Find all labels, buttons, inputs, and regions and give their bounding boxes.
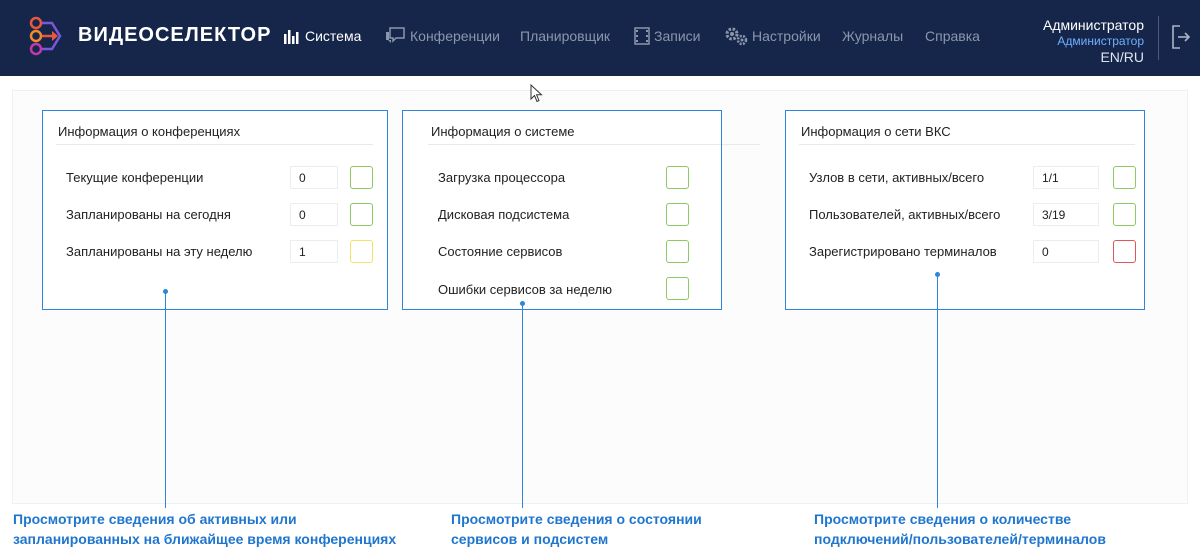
status-indicator	[350, 240, 373, 263]
row-label: Запланированы на эту неделю	[66, 244, 253, 259]
system-info-panel: Информация о системе Загрузка процессора…	[402, 110, 760, 310]
value-field: 3/19	[1033, 203, 1099, 226]
value-field: 0	[1033, 240, 1099, 263]
callout-line	[165, 292, 166, 508]
value-field: 1	[290, 240, 338, 263]
nav-zapisi[interactable]: Записи	[634, 26, 700, 46]
status-indicator	[666, 203, 689, 226]
nav-sistema[interactable]: Система	[283, 26, 361, 46]
status-indicator	[350, 166, 373, 189]
gears-icon	[725, 27, 748, 46]
status-indicator	[666, 240, 689, 263]
logo[interactable]: ВИДЕОСЕЛЕКТОР	[28, 14, 270, 58]
conferences-info-panel: Информация о конференциях Текущие конфер…	[42, 110, 387, 310]
value-field: 1/1	[1033, 166, 1099, 189]
callout-line-1: Просмотрите сведения об активных или	[13, 511, 297, 527]
user-info: Администратор Администратор EN/RU	[1043, 17, 1144, 65]
language-switch[interactable]: EN/RU	[1043, 49, 1144, 65]
row-label: Пользователей, активных/всего	[809, 207, 1001, 222]
status-indicator	[666, 277, 689, 300]
status-indicator	[1113, 166, 1136, 189]
status-indicator	[666, 166, 689, 189]
user-name[interactable]: Администратор	[1043, 17, 1144, 33]
callout-network: Просмотрите сведения о количестве подклю…	[814, 509, 1106, 549]
callout-line	[522, 304, 523, 508]
row-label: Загрузка процессора	[438, 170, 566, 185]
panel-title: Информация о системе	[431, 124, 575, 139]
nav-label: Система	[305, 28, 362, 44]
nav-label: Записи	[654, 28, 701, 44]
bar-chart-icon	[284, 30, 299, 44]
nav-label: Журналы	[842, 28, 904, 44]
row-label: Текущие конференции	[66, 170, 204, 185]
logout-button[interactable]	[1170, 24, 1192, 50]
callout-system: Просмотрите сведения о состоянии сервисо…	[451, 509, 702, 549]
mouse-cursor-icon	[530, 84, 543, 103]
callout-line	[937, 275, 938, 508]
nav-label: Планировщик	[520, 28, 611, 44]
row-label: Запланированы на сегодня	[66, 207, 231, 222]
logo-text: ВИДЕОСЕЛЕКТОР	[78, 24, 272, 46]
film-icon	[634, 27, 650, 45]
value-field: 0	[290, 166, 338, 189]
callout-line-2: подключений/пользователей/терминалов	[814, 531, 1106, 547]
row-label: Состояние сервисов	[438, 244, 563, 259]
row-label: Дисковая подсистема	[438, 207, 570, 222]
panel-divider	[428, 144, 760, 145]
nav-konferentsii[interactable]: Конференции	[384, 26, 500, 46]
callout-line-1: Просмотрите сведения о состоянии	[451, 511, 702, 527]
callout-line-2: запланированных на ближайщее время конфе…	[13, 531, 397, 547]
nav-spravka[interactable]: Справка	[925, 26, 980, 46]
row-label: Зарегистрировано терминалов	[809, 244, 997, 259]
header-divider	[1158, 16, 1159, 60]
nav-label: Конференции	[410, 28, 500, 44]
status-indicator	[350, 203, 373, 226]
panel-title: Информация о сети ВКС	[801, 124, 951, 139]
network-info-panel: Информация о сети ВКС Узлов в сети, акти…	[785, 110, 1145, 310]
status-indicator	[1113, 203, 1136, 226]
nav-label: Настройки	[752, 28, 821, 44]
chat-bubbles-icon	[386, 27, 405, 43]
callout-line-1: Просмотрите сведения о количестве	[814, 511, 1072, 527]
callout-line-2: сервисов и подсистем	[451, 531, 609, 547]
nav-zhurnaly[interactable]: Журналы	[842, 26, 903, 46]
row-label: Узлов в сети, активных/всего	[809, 170, 985, 185]
nav-nastroyki[interactable]: Настройки	[724, 26, 821, 46]
panel-divider	[799, 144, 1135, 145]
logo-icon	[29, 16, 62, 56]
top-navigation-bar: ВИДЕОСЕЛЕКТОР Система Конференции Планир…	[0, 0, 1200, 76]
nav-planirovshchik[interactable]: Планировщик	[520, 26, 610, 46]
callout-conferences: Просмотрите сведения об активных или зап…	[13, 509, 396, 549]
user-role: Администратор	[1057, 34, 1144, 48]
nav-label: Справка	[925, 28, 980, 44]
panel-title: Информация о конференциях	[58, 124, 241, 139]
panel-divider	[56, 144, 373, 145]
logout-icon	[1172, 25, 1191, 49]
value-field: 0	[290, 203, 338, 226]
row-label: Ошибки сервисов за неделю	[438, 282, 612, 297]
status-indicator	[1113, 240, 1136, 263]
